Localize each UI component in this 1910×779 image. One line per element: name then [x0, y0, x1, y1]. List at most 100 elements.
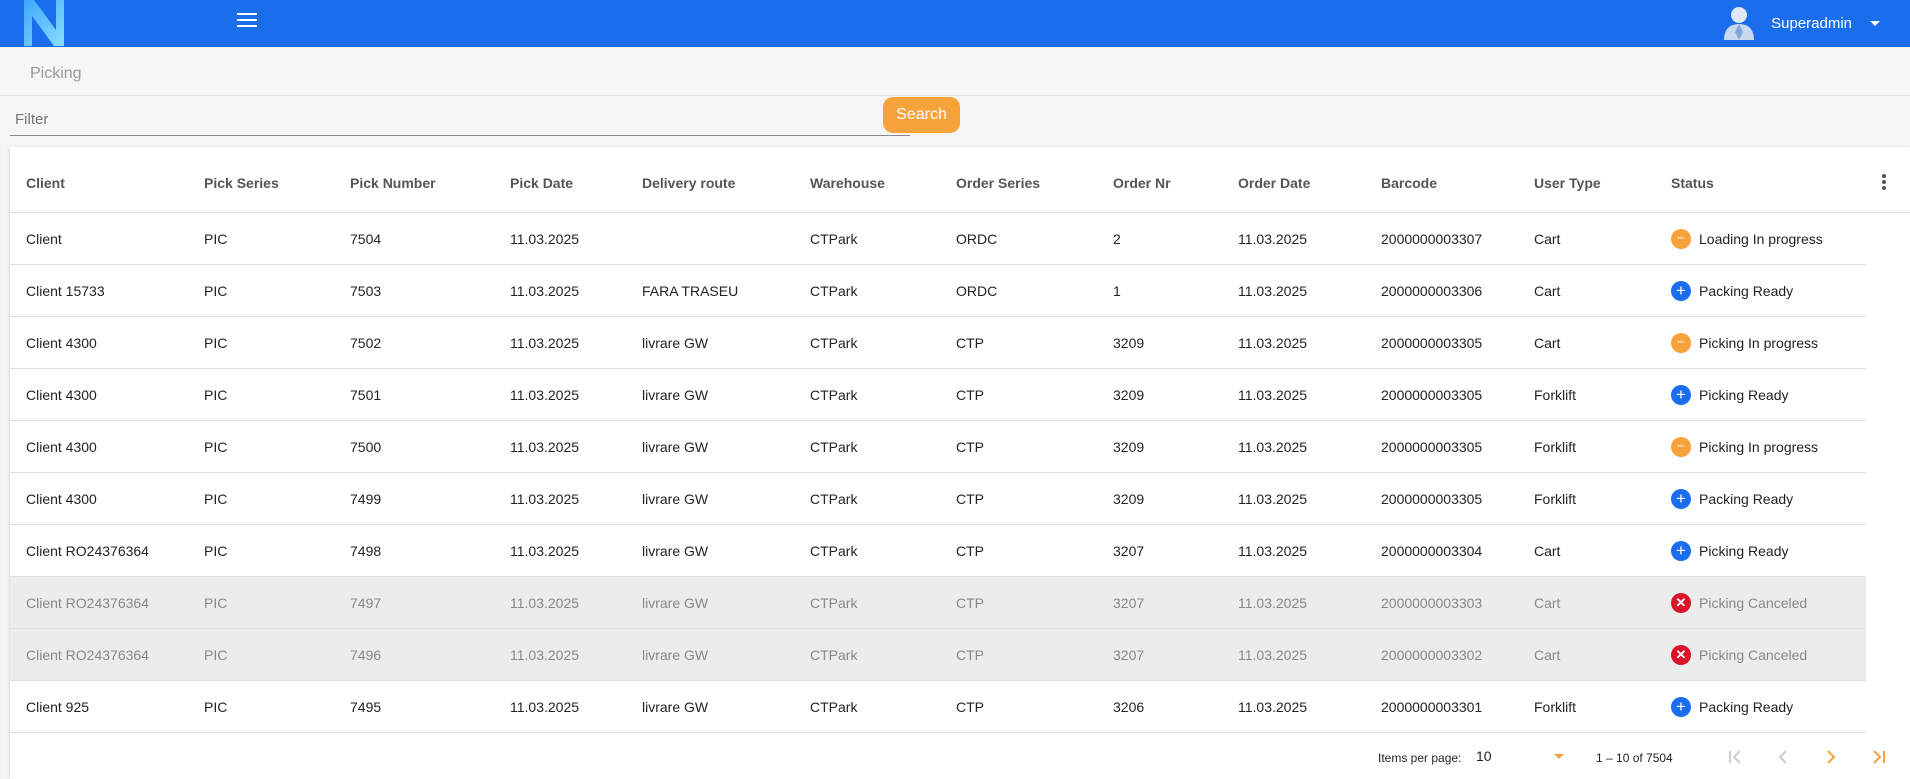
cell-user-type: Cart: [1534, 543, 1561, 559]
items-per-page-select[interactable]: 10: [1476, 748, 1566, 768]
cell-pick-date: 11.03.2025: [510, 335, 580, 351]
table-row[interactable]: Client RO24376364 PIC 7497 11.03.2025 livrar…: [10, 577, 1866, 629]
column-header-delivery-route[interactable]: Delivery route: [642, 175, 735, 191]
cell-warehouse: CTPark: [810, 491, 858, 507]
cell-barcode: 2000000003301: [1381, 699, 1483, 715]
table-row[interactable]: Client RO24376364 PIC 7496 11.03.2025 livrar…: [10, 629, 1866, 681]
cell-warehouse: CTPark: [810, 387, 858, 403]
plus-circle-icon: +: [1671, 697, 1691, 717]
app-logo[interactable]: [20, 0, 68, 46]
cell-pick-date: 11.03.2025: [510, 595, 580, 611]
cell-order-date: 11.03.2025: [1238, 543, 1308, 559]
table-row[interactable]: Client 4300 PIC 7502 11.03.2025 livrare GW CT…: [10, 317, 1866, 369]
cell-pick-date: 11.03.2025: [510, 387, 580, 403]
cell-pick-date: 11.03.2025: [510, 283, 580, 299]
cell-order-date: 11.03.2025: [1238, 699, 1308, 715]
cell-route: livrare GW: [642, 699, 709, 715]
cell-status: Packing Ready: [1699, 699, 1794, 715]
cell-pick-number: 7497: [350, 595, 382, 611]
table-row[interactable]: Client RO24376364 PIC 7498 11.03.2025 livrar…: [10, 525, 1866, 577]
cell-pick-series: PIC: [204, 283, 228, 299]
column-header-user-type[interactable]: User Type: [1534, 175, 1601, 191]
cell-order-nr: 3206: [1113, 699, 1145, 715]
cell-order-series: ORDC: [956, 283, 998, 299]
column-header-order-series[interactable]: Order Series: [956, 175, 1040, 191]
cell-barcode: 2000000003303: [1381, 595, 1483, 611]
table-row[interactable]: Client 4300 PIC 7500 11.03.2025 livrare GW CT…: [10, 421, 1866, 473]
filter-input[interactable]: [10, 103, 910, 136]
items-per-page-label: Items per page:: [1378, 751, 1462, 765]
cell-order-date: 11.03.2025: [1238, 387, 1308, 403]
cell-barcode: 2000000003305: [1381, 335, 1483, 351]
cell-order-series: CTP: [956, 439, 984, 455]
table-header: Client Pick Series Pick Number Pick Date…: [10, 147, 1910, 213]
cell-pick-series: PIC: [204, 647, 228, 663]
cell-order-date: 11.03.2025: [1238, 335, 1308, 351]
cell-pick-series: PIC: [204, 699, 228, 715]
cancel-circle-icon: ✕: [1671, 593, 1691, 613]
cell-user-type: Cart: [1534, 231, 1561, 247]
cell-pick-series: PIC: [204, 595, 228, 611]
cell-order-date: 11.03.2025: [1238, 231, 1308, 247]
cell-status: Packing Ready: [1699, 491, 1794, 507]
cell-warehouse: CTPark: [810, 335, 858, 351]
cell-pick-date: 11.03.2025: [510, 647, 580, 663]
last-page-icon[interactable]: [1866, 744, 1892, 770]
table-row[interactable]: Client 925 PIC 7495 11.03.2025 livrare GW CTP…: [10, 681, 1866, 733]
cell-barcode: 2000000003306: [1381, 283, 1483, 299]
cell-user-type: Cart: [1534, 647, 1561, 663]
user-menu[interactable]: Superadmin: [1721, 4, 1880, 42]
table-row[interactable]: Client 4300 PIC 7499 11.03.2025 livrare GW CT…: [10, 473, 1866, 525]
previous-page-icon[interactable]: [1770, 744, 1796, 770]
table-row[interactable]: Client 15733 PIC 7503 11.03.2025 FARA TRASEU…: [10, 265, 1866, 317]
cell-pick-date: 11.03.2025: [510, 491, 580, 507]
hamburger-menu-icon[interactable]: [234, 10, 260, 30]
column-header-pick-date[interactable]: Pick Date: [510, 175, 573, 191]
cell-client: Client 4300: [26, 387, 97, 403]
column-header-warehouse[interactable]: Warehouse: [810, 175, 885, 191]
column-header-client[interactable]: Client: [26, 175, 65, 191]
cell-user-type: Forklift: [1534, 491, 1576, 507]
column-header-status[interactable]: Status: [1671, 175, 1714, 191]
cell-route: FARA TRASEU: [642, 283, 739, 299]
column-header-order-date[interactable]: Order Date: [1238, 175, 1310, 191]
cell-user-type: Cart: [1534, 283, 1561, 299]
search-button[interactable]: Search: [883, 97, 960, 133]
cell-pick-series: PIC: [204, 439, 228, 455]
cell-pick-number: 7499: [350, 491, 382, 507]
cell-order-date: 11.03.2025: [1238, 283, 1308, 299]
cell-status: Picking In progress: [1699, 439, 1819, 455]
cell-pick-series: PIC: [204, 543, 228, 559]
cell-warehouse: CTPark: [810, 543, 858, 559]
dropdown-arrow-icon: [1554, 754, 1564, 759]
next-page-icon[interactable]: [1818, 744, 1844, 770]
first-page-icon[interactable]: [1722, 744, 1748, 770]
column-header-pick-series[interactable]: Pick Series: [204, 175, 279, 191]
breadcrumb: Picking: [30, 65, 82, 82]
cell-order-date: 11.03.2025: [1238, 439, 1308, 455]
more-options-icon[interactable]: [1880, 173, 1888, 191]
cell-order-series: CTP: [956, 647, 984, 663]
column-header-barcode[interactable]: Barcode: [1381, 175, 1437, 191]
cell-order-nr: 3207: [1113, 595, 1145, 611]
cell-pick-series: PIC: [204, 335, 228, 351]
cell-pick-number: 7502: [350, 335, 382, 351]
items-per-page-value: 10: [1476, 748, 1492, 764]
cell-pick-number: 7501: [350, 387, 382, 403]
cell-route: livrare GW: [642, 335, 709, 351]
column-header-pick-number[interactable]: Pick Number: [350, 175, 436, 191]
cell-pick-date: 11.03.2025: [510, 543, 580, 559]
cell-pick-number: 7496: [350, 647, 382, 663]
cell-user-type: Cart: [1534, 595, 1561, 611]
table-row[interactable]: Client PIC 7504 11.03.2025 CTPark ORDC 2 11.03.…: [10, 213, 1866, 265]
table-row[interactable]: Client 4300 PIC 7501 11.03.2025 livrare GW CT…: [10, 369, 1866, 421]
column-header-order-nr[interactable]: Order Nr: [1113, 175, 1171, 191]
cell-order-nr: 3209: [1113, 491, 1145, 507]
cell-order-series: CTP: [956, 543, 984, 559]
cell-status: Packing Ready: [1699, 283, 1794, 299]
cell-route: livrare GW: [642, 387, 709, 403]
top-bar: Superadmin: [0, 0, 1910, 47]
cell-client: Client: [26, 231, 62, 247]
plus-circle-icon: +: [1671, 385, 1691, 405]
cell-user-type: Forklift: [1534, 387, 1576, 403]
